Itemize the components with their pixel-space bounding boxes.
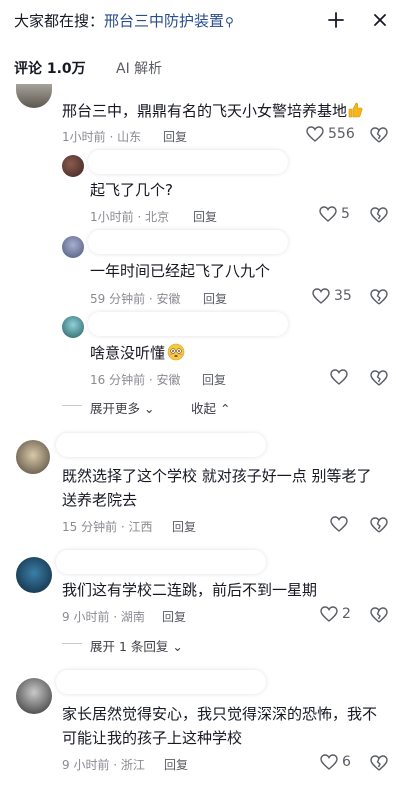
chevron-down-icon: ⌄ xyxy=(168,639,183,654)
tab-ai-analysis[interactable]: AI 解析 xyxy=(116,58,162,78)
top-bar: 大家都在搜：邢台三中防护装置⚲ xyxy=(0,0,396,44)
comment-meta: 59 分钟前 · 安徽 xyxy=(90,292,181,306)
heart-icon xyxy=(319,206,337,222)
heart-icon xyxy=(330,516,348,532)
reply-button[interactable]: 回复 xyxy=(193,208,217,225)
broken-heart-icon[interactable] xyxy=(370,754,388,772)
search-prefix: 大家都在搜： xyxy=(14,12,105,30)
divider xyxy=(62,405,82,406)
flushed-face-emoji-icon xyxy=(167,343,185,361)
broken-heart-icon[interactable] xyxy=(370,606,388,624)
username-bubble xyxy=(88,230,288,254)
comment-text: 起飞了几个? xyxy=(90,181,173,199)
reply-button[interactable]: 回复 xyxy=(164,756,188,773)
like-button[interactable] xyxy=(330,516,352,532)
comment-meta: 15 分钟前 · 江西 xyxy=(62,520,153,534)
avatar[interactable] xyxy=(62,236,84,258)
like-button[interactable]: 6 xyxy=(320,754,351,770)
comment-text: 既然选择了这个学校 就对孩子好一点 别等老了 xyxy=(62,467,372,485)
avatar[interactable] xyxy=(62,316,84,338)
like-button[interactable]: 2 xyxy=(320,606,351,622)
comment-meta: 16 分钟前 · 安徽 xyxy=(90,373,181,387)
comment-text-line2: 送养老院去 xyxy=(62,491,138,509)
reply-button[interactable]: 回复 xyxy=(163,128,187,145)
broken-heart-icon[interactable] xyxy=(370,516,388,534)
like-count: 5 xyxy=(341,206,350,222)
comment-text-line2: 可能让我的孩子上这种学校 xyxy=(62,729,243,747)
thumbs-up-emoji-icon xyxy=(348,102,363,118)
search-icon: ⚲ xyxy=(225,15,234,29)
tab-comments[interactable]: 评论 1.0万 xyxy=(14,58,86,78)
expand-replies-button[interactable]: 展开 1 条回复 ⌄ xyxy=(90,636,183,655)
reply-button[interactable]: 回复 xyxy=(172,518,196,535)
avatar[interactable] xyxy=(16,678,52,714)
like-button[interactable]: 35 xyxy=(312,288,352,304)
reply-button[interactable]: 回复 xyxy=(162,608,186,625)
divider xyxy=(62,643,82,644)
broken-heart-icon[interactable] xyxy=(370,206,388,224)
chevron-down-icon: ⌄ xyxy=(140,401,155,416)
search-keyword[interactable]: 邢台三中防护装置 xyxy=(104,12,224,30)
comment-text: 啥意没听懂 xyxy=(90,341,185,365)
like-count: 2 xyxy=(342,606,351,622)
comment-tabs: 评论 1.0万 AI 解析 xyxy=(0,52,396,88)
heart-icon xyxy=(320,754,338,770)
avatar[interactable] xyxy=(16,557,52,593)
search-suggestion[interactable]: 大家都在搜：邢台三中防护装置⚲ xyxy=(14,10,234,31)
collapse-button[interactable]: 收起 ⌃ xyxy=(191,398,230,417)
heart-icon xyxy=(306,126,324,142)
comment-text: 邢台三中，鼎鼎有名的飞天小女警培养基地 xyxy=(62,99,363,123)
broken-heart-icon[interactable] xyxy=(370,288,388,306)
close-icon[interactable] xyxy=(366,6,394,34)
like-count: 35 xyxy=(334,288,352,304)
minimize-icon[interactable] xyxy=(322,6,350,34)
username-bubble xyxy=(56,550,266,574)
expand-more-button[interactable]: 展开更多 ⌄ xyxy=(90,398,154,417)
comment-text: 我们这有学校二连跳，前后不到一星期 xyxy=(62,581,318,599)
broken-heart-icon[interactable] xyxy=(370,369,388,387)
like-count: 6 xyxy=(342,754,351,770)
heart-icon xyxy=(312,288,330,304)
broken-heart-icon[interactable] xyxy=(370,126,388,144)
like-count: 556 xyxy=(328,126,355,142)
avatar[interactable] xyxy=(62,155,84,177)
avatar[interactable] xyxy=(16,440,50,474)
comment-meta: 9 小时前 · 湖南 xyxy=(62,610,145,624)
heart-icon xyxy=(330,369,348,385)
comment-text: 家长居然觉得安心，我只觉得深深的恐怖，我不 xyxy=(62,705,378,723)
like-button[interactable]: 556 xyxy=(306,126,355,142)
like-button[interactable]: 5 xyxy=(319,206,350,222)
comment-meta: 1小时前 · 北京 xyxy=(90,210,170,224)
username-bubble xyxy=(56,670,266,694)
comment-meta: 1小时前 · 山东 xyxy=(62,130,142,144)
reply-button[interactable]: 回复 xyxy=(203,290,227,307)
reply-button[interactable]: 回复 xyxy=(202,371,226,388)
comment-meta: 9 小时前 · 浙江 xyxy=(62,758,145,772)
heart-icon xyxy=(320,606,338,622)
comment-text: 一年时间已经起飞了八九个 xyxy=(90,262,271,280)
avatar[interactable] xyxy=(16,84,52,108)
chevron-up-icon: ⌃ xyxy=(216,401,231,416)
username-bubble xyxy=(56,433,266,457)
username-bubble xyxy=(88,150,288,174)
username-bubble xyxy=(88,312,288,336)
like-button[interactable] xyxy=(330,369,352,385)
